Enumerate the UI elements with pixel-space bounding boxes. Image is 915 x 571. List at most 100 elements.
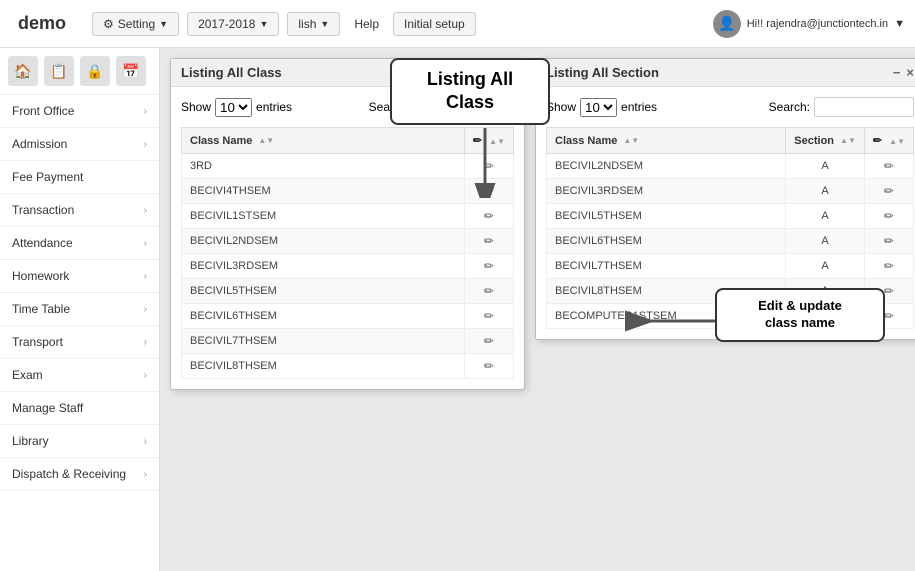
user-caret-icon: ▼ xyxy=(894,18,905,30)
chevron-right-icon: › xyxy=(144,106,147,117)
edit-icon[interactable]: ✏ xyxy=(484,334,494,348)
user-info: 👤 Hi!! rajendra@junctiontech.in ▼ xyxy=(713,10,905,38)
sidebar-item-exam[interactable]: Exam› xyxy=(0,359,159,392)
entries-select-right[interactable]: 10 25 50 xyxy=(580,98,617,117)
entries-label-left: entries xyxy=(256,100,292,114)
annotation-edit-box: Edit & updateclass name xyxy=(715,288,885,342)
year-caret-icon: ▼ xyxy=(259,19,268,29)
class-name-cell: BECIVI4THSEM xyxy=(182,179,465,204)
table-row: BECIVIL6THSEM ✏ xyxy=(182,304,514,329)
setting-caret-icon: ▼ xyxy=(159,19,168,29)
initial-setup-button[interactable]: Initial setup xyxy=(393,12,476,36)
class-name-cell: BECIVIL3RDSEM xyxy=(547,179,786,204)
sidebar-item-front-office[interactable]: Front Office› xyxy=(0,95,159,128)
edit-icon[interactable]: ✏ xyxy=(484,209,494,223)
sort-icon-class-right[interactable]: ▲▼ xyxy=(623,137,639,145)
year-button[interactable]: 2017-2018 ▼ xyxy=(187,12,279,36)
sidebar-item-attendance[interactable]: Attendance› xyxy=(0,227,159,260)
table-row: BECIVIL7THSEM A ✏ xyxy=(547,254,914,279)
setting-icon: ⚙ xyxy=(103,17,114,31)
edit-cell[interactable]: ✏ xyxy=(464,279,513,304)
home-icon[interactable]: 🏠 xyxy=(8,56,38,86)
table-row: BECIVIL5THSEM ✏ xyxy=(182,279,514,304)
sort-icon-section-right[interactable]: ▲▼ xyxy=(840,137,856,145)
table-row: BECIVIL7THSEM ✏ xyxy=(182,329,514,354)
class-name-cell: 3RD xyxy=(182,154,465,179)
table-row: BECIVIL8THSEM ✏ xyxy=(182,354,514,379)
section-cell: A xyxy=(786,229,865,254)
lang-caret-icon: ▼ xyxy=(320,19,329,29)
class-name-cell: BECIVIL5THSEM xyxy=(182,279,465,304)
entries-label-right: entries xyxy=(621,100,657,114)
class-name-cell: BECIVIL1STSEM xyxy=(182,204,465,229)
chevron-right-icon: › xyxy=(144,436,147,447)
table-row: BECIVIL2NDSEM A ✏ xyxy=(547,154,914,179)
edit-icon[interactable]: ✏ xyxy=(884,209,894,223)
sidebar-item-timetable[interactable]: Time Table› xyxy=(0,293,159,326)
edit-icon[interactable]: ✏ xyxy=(484,359,494,373)
class-name-cell: BECIVIL7THSEM xyxy=(182,329,465,354)
col-class-name-left: Class Name ▲▼ xyxy=(182,128,465,154)
edit-cell[interactable]: ✏ xyxy=(464,329,513,354)
chevron-right-icon: › xyxy=(144,238,147,249)
col-class-name-right: Class Name ▲▼ xyxy=(547,128,786,154)
edit-cell[interactable]: ✏ xyxy=(464,229,513,254)
class-name-cell: BECIVIL6THSEM xyxy=(547,229,786,254)
sidebar-item-admission[interactable]: Admission› xyxy=(0,128,159,161)
chevron-right-icon: › xyxy=(144,337,147,348)
edit-icon[interactable]: ✏ xyxy=(484,259,494,273)
edit-icon[interactable]: ✏ xyxy=(884,259,894,273)
lock-icon[interactable]: 🔒 xyxy=(80,56,110,86)
chevron-right-icon: › xyxy=(144,271,147,282)
setting-button[interactable]: ⚙ Setting ▼ xyxy=(92,12,179,36)
edit-cell[interactable]: ✏ xyxy=(864,229,913,254)
section-cell: A xyxy=(786,154,865,179)
edit-cell[interactable]: ✏ xyxy=(864,254,913,279)
edit-cell[interactable]: ✏ xyxy=(464,354,513,379)
sidebar-item-dispatch[interactable]: Dispatch & Receiving› xyxy=(0,458,159,491)
sidebar-item-manage-staff[interactable]: Manage Staff xyxy=(0,392,159,425)
main-layout: 🏠 📋 🔒 📅 Front Office› Admission› Fee Pay… xyxy=(0,48,915,571)
edit-cell[interactable]: ✏ xyxy=(864,179,913,204)
table-row: BECIVIL2NDSEM ✏ xyxy=(182,229,514,254)
edit-icon[interactable]: ✏ xyxy=(484,234,494,248)
close-button-right[interactable]: × xyxy=(906,65,914,80)
docs-icon[interactable]: 📋 xyxy=(44,56,74,86)
edit-cell[interactable]: ✏ xyxy=(864,154,913,179)
edit-icon-header-right: ✏ xyxy=(873,135,882,147)
sidebar-item-homework[interactable]: Homework› xyxy=(0,260,159,293)
edit-icon[interactable]: ✏ xyxy=(884,309,894,323)
edit-cell[interactable]: ✏ xyxy=(464,204,513,229)
chevron-right-icon: › xyxy=(144,370,147,381)
avatar: 👤 xyxy=(713,10,741,38)
chevron-right-icon: › xyxy=(144,205,147,216)
edit-icon[interactable]: ✏ xyxy=(884,284,894,298)
class-name-cell: BECIVIL6THSEM xyxy=(182,304,465,329)
edit-icon[interactable]: ✏ xyxy=(884,234,894,248)
chevron-right-icon: › xyxy=(144,469,147,480)
search-input-right[interactable] xyxy=(814,97,914,117)
sidebar: 🏠 📋 🔒 📅 Front Office› Admission› Fee Pay… xyxy=(0,48,160,571)
col-edit-right: ✏ ▲▼ xyxy=(864,128,913,154)
sidebar-item-transport[interactable]: Transport› xyxy=(0,326,159,359)
show-label-left: Show xyxy=(181,100,211,114)
edit-cell[interactable]: ✏ xyxy=(864,204,913,229)
edit-cell[interactable]: ✏ xyxy=(464,254,513,279)
brand: demo xyxy=(10,9,74,38)
edit-icon[interactable]: ✏ xyxy=(484,309,494,323)
entries-select-left[interactable]: 10 25 50 xyxy=(215,98,252,117)
minimize-button-right[interactable]: − xyxy=(893,65,901,80)
edit-icon[interactable]: ✏ xyxy=(484,284,494,298)
sidebar-item-library[interactable]: Library› xyxy=(0,425,159,458)
help-link[interactable]: Help xyxy=(348,13,385,35)
table-row: BECIVIL1STSEM ✏ xyxy=(182,204,514,229)
content-area: Listing All Class − × Show 10 25 50 xyxy=(160,48,915,571)
edit-icon[interactable]: ✏ xyxy=(884,159,894,173)
lang-button[interactable]: lish ▼ xyxy=(287,12,340,36)
calendar-icon[interactable]: 📅 xyxy=(116,56,146,86)
sidebar-item-fee-payment[interactable]: Fee Payment xyxy=(0,161,159,194)
edit-icon[interactable]: ✏ xyxy=(884,184,894,198)
sidebar-item-transaction[interactable]: Transaction› xyxy=(0,194,159,227)
sort-icon-class-left[interactable]: ▲▼ xyxy=(258,137,274,145)
edit-cell[interactable]: ✏ xyxy=(464,304,513,329)
